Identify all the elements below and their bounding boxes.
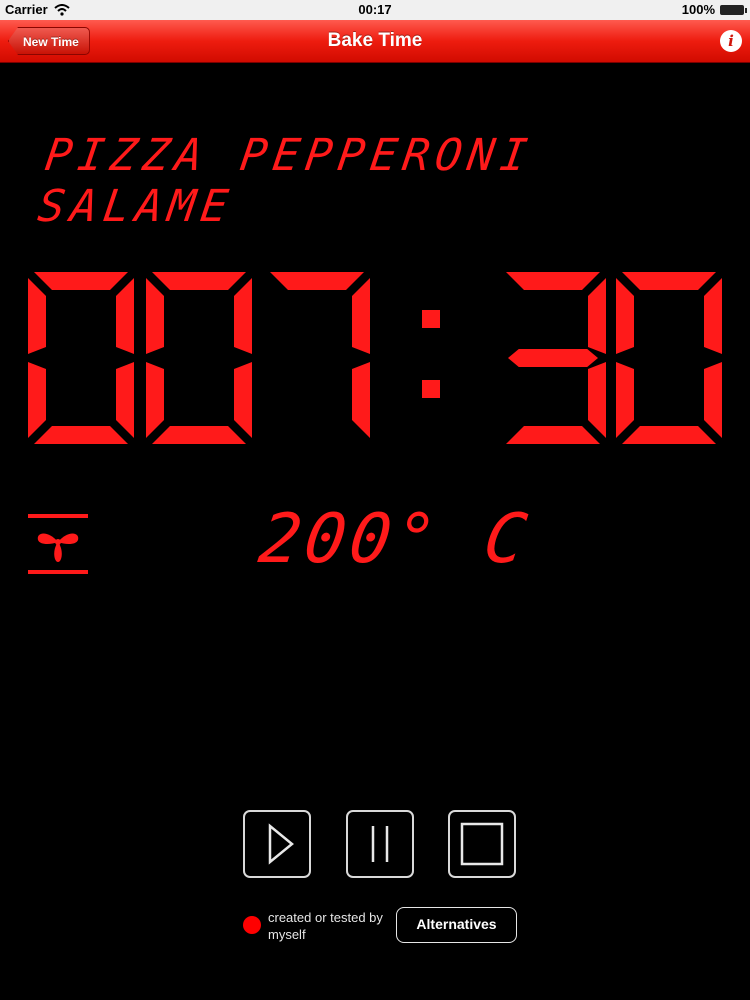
timer-segment (146, 278, 164, 354)
bake-time-screen: Carrier 00:17 100% New Time Bake Time i … (0, 0, 750, 1000)
timer-segment (234, 362, 252, 438)
timer-segment (234, 278, 252, 354)
timer-segment (28, 362, 46, 438)
timer-segment (270, 272, 364, 290)
timer-colon-dot (422, 310, 440, 328)
source-status-dot (243, 916, 261, 934)
battery-indicator: 100% (681, 2, 747, 17)
battery-icon (720, 4, 747, 15)
timer-segment (622, 272, 716, 290)
timer-segment (616, 278, 634, 354)
timer-segment (152, 426, 246, 444)
pause-button[interactable] (346, 810, 414, 878)
timer-segment (116, 362, 134, 438)
source-status-text: created or tested by myself (268, 910, 383, 942)
timer-display (20, 262, 730, 452)
info-icon[interactable]: i (720, 30, 742, 52)
battery-percent: 100% (681, 2, 715, 17)
status-bar: Carrier 00:17 100% (0, 0, 750, 20)
play-button[interactable] (243, 810, 311, 878)
timer-segment (506, 426, 600, 444)
timer-digit (28, 272, 134, 444)
timer-segment (34, 272, 128, 290)
timer-digit (616, 272, 722, 444)
pause-icon (371, 826, 389, 862)
status-time: 00:17 (358, 2, 392, 17)
timer-segment (704, 362, 722, 438)
timer-segment (152, 272, 246, 290)
timer-colon-dot (422, 380, 440, 398)
timer-segment (146, 362, 164, 438)
alternatives-button[interactable]: Alternatives (396, 907, 517, 943)
recipe-name: PIZZA PEPPERONI SALAME (34, 130, 537, 232)
page-title: Bake Time (327, 30, 423, 51)
timer-segment (352, 278, 370, 354)
timer-digits (28, 272, 722, 444)
timer-segment (704, 278, 722, 354)
timer-segment (352, 362, 370, 438)
timer-segment (28, 278, 46, 354)
play-icon (268, 823, 294, 865)
stop-button[interactable] (448, 810, 516, 878)
temperature-readout: 200° C (254, 500, 536, 579)
timer-segment (34, 426, 128, 444)
timer-segment (508, 349, 598, 367)
timer-digit (146, 272, 252, 444)
timer-digit (506, 272, 606, 444)
timer-digit (270, 272, 370, 438)
timer-segment (622, 426, 716, 444)
timer-segment (616, 362, 634, 438)
timer-segment (588, 278, 606, 354)
fan-oven-icon (28, 514, 88, 574)
timer-segment (506, 272, 600, 290)
stop-icon (460, 822, 504, 866)
timer-segment (116, 278, 134, 354)
timer-segment (588, 362, 606, 438)
navigation-bar: New Time Bake Time i (0, 20, 750, 63)
